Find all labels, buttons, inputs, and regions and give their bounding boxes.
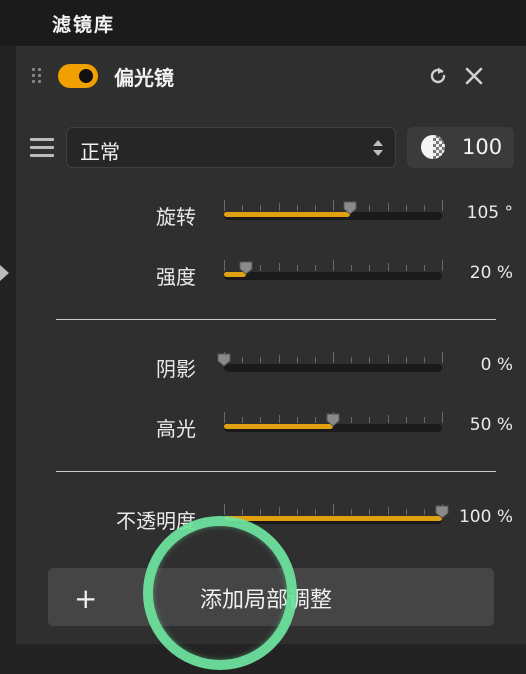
- opacity-checker-icon: [421, 135, 445, 159]
- slider-value-strength: 20 %: [469, 263, 513, 283]
- slider-thumb[interactable]: [343, 200, 357, 215]
- section-divider: [56, 471, 496, 472]
- slider-label-opacity: 不透明度: [116, 509, 196, 533]
- slider-value-highlight: 50 %: [469, 415, 513, 435]
- slider-thumb[interactable]: [217, 352, 231, 367]
- drag-handle-icon[interactable]: [32, 68, 42, 84]
- slider-ticks: [224, 260, 443, 272]
- slider-value-opacity: 100 %: [458, 507, 513, 527]
- blend-mode-select[interactable]: 正常: [66, 127, 396, 168]
- slider-label-strength: 强度: [156, 265, 196, 289]
- slider-value-shadow: 0 %: [480, 355, 513, 375]
- toggle-knob: [79, 69, 93, 83]
- slider-strength[interactable]: [224, 260, 443, 290]
- opacity-field[interactable]: 100: [407, 127, 514, 168]
- slider-ticks: [224, 504, 443, 516]
- slider-fill: [224, 516, 442, 521]
- slider-label-highlight: 高光: [156, 417, 196, 441]
- slider-label-rotate: 旋转: [156, 205, 196, 229]
- slider-ticks: [224, 352, 443, 364]
- close-icon[interactable]: [462, 64, 486, 88]
- add-local-adjustment-label: 添加局部调整: [200, 588, 333, 613]
- slider-thumb[interactable]: [239, 260, 253, 275]
- plus-icon: +: [74, 582, 98, 615]
- slider-shadow[interactable]: [217, 352, 443, 382]
- slider-rotate[interactable]: [224, 200, 443, 230]
- slider-track: [224, 272, 442, 280]
- bottom-strip: [16, 644, 526, 674]
- reset-icon[interactable]: [426, 64, 450, 88]
- opacity-value: 100: [462, 135, 503, 159]
- slider-fill: [224, 424, 333, 429]
- side-strip: [0, 46, 16, 674]
- panel-header: 滤镜库: [0, 0, 526, 46]
- slider-fill: [224, 212, 350, 217]
- expand-arrow-icon[interactable]: [0, 265, 9, 281]
- add-local-adjustment-button[interactable]: + 添加局部调整: [48, 568, 494, 626]
- section-divider: [56, 319, 496, 320]
- slider-value-rotate: 105 °: [466, 203, 513, 223]
- filter-enable-toggle[interactable]: [58, 64, 98, 88]
- slider-track: [224, 364, 442, 372]
- slider-ticks: [224, 200, 443, 212]
- filter-name: 偏光镜: [114, 66, 174, 90]
- blend-mode-value: 正常: [80, 140, 120, 164]
- panel-title: 滤镜库: [52, 14, 116, 36]
- slider-label-shadow: 阴影: [156, 357, 196, 381]
- menu-icon[interactable]: [30, 138, 54, 158]
- slider-thumb[interactable]: [326, 412, 340, 427]
- slider-highlight[interactable]: [224, 412, 443, 442]
- select-arrows-icon: [373, 140, 383, 156]
- slider-opacity[interactable]: [224, 504, 449, 534]
